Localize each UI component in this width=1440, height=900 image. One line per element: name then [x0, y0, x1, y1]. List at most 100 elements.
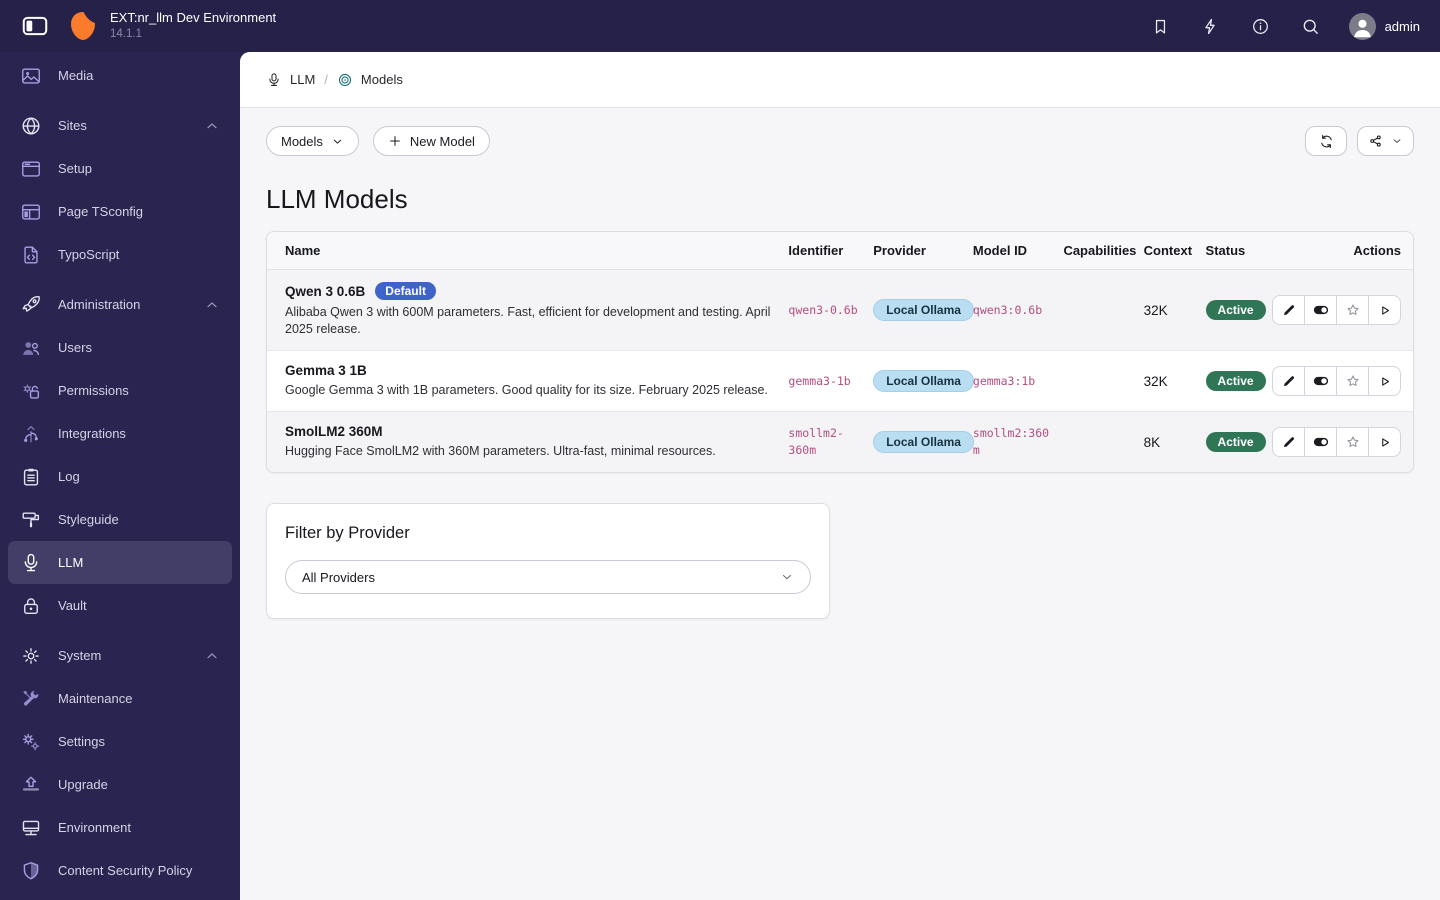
default-badge: Default [375, 282, 436, 300]
breadcrumb-module[interactable]: LLM [266, 72, 315, 88]
sidebar-item-label: Vault [58, 598, 87, 613]
edit-button[interactable] [1272, 366, 1305, 396]
bookmark-icon[interactable] [1149, 14, 1173, 38]
share-icon [1370, 135, 1381, 147]
app-version: 14.1.1 [110, 27, 142, 40]
provider-filter-select[interactable]: All Providers [285, 560, 811, 594]
sidebar-item-log[interactable]: Log [8, 455, 232, 498]
filter-title: Filter by Provider [285, 524, 410, 542]
plus-icon [390, 136, 400, 146]
status-cell: Active [1205, 432, 1271, 452]
test-model-button[interactable] [1368, 366, 1401, 396]
sidebar-item-users[interactable]: Users [8, 326, 232, 369]
breadcrumb-page-label: Models [360, 72, 403, 87]
sidebar-item-system[interactable]: System [8, 634, 232, 677]
monitor-icon [20, 817, 42, 839]
upgrade-icon [20, 774, 42, 796]
model-name: Gemma 3 1B [285, 363, 367, 378]
refresh-button[interactable] [1305, 126, 1347, 156]
topbar: EXT:nr_llm Dev Environment 14.1.1 admin [0, 0, 1440, 52]
model-description: Alibaba Qwen 3 with 600M parameters. Fas… [285, 305, 771, 336]
panel-toggle-icon [22, 16, 48, 36]
sidebar-item-administration[interactable]: Administration [8, 283, 232, 326]
column-header-identifier: Identifier [788, 243, 844, 258]
provider-badge: Local Ollama [873, 370, 974, 392]
info-icon[interactable] [1249, 14, 1273, 38]
sidebar-item-label: Media [58, 68, 94, 83]
edit-button[interactable] [1272, 427, 1305, 457]
sidebar-item-upgrade[interactable]: Upgrade [8, 763, 232, 806]
provider-cell: Local Ollama [873, 431, 974, 453]
new-model-button-label: New Model [409, 133, 475, 149]
breadcrumb: LLM / Models [240, 52, 1440, 108]
breadcrumb-separator: / [324, 72, 328, 87]
status-cell: Active [1205, 300, 1271, 320]
test-model-button[interactable] [1368, 295, 1401, 325]
tools-icon [20, 688, 42, 710]
search-icon[interactable] [1299, 14, 1323, 38]
sidebar-item-label: Administration [58, 297, 141, 312]
sidebar-toggle-button[interactable] [20, 11, 50, 41]
column-header-name: Name [285, 243, 321, 258]
sidebar-item-label: Maintenance [58, 691, 133, 706]
chevron-up-icon [204, 118, 220, 134]
sidebar-item-label: Sites [58, 118, 87, 133]
user-menu[interactable]: admin [1348, 12, 1420, 40]
breadcrumb-module-label: LLM [290, 72, 316, 87]
sidebar-item-settings[interactable]: Settings [8, 720, 232, 763]
toggle-active-button[interactable] [1304, 295, 1337, 325]
app-title: EXT:nr_llm Dev Environment [110, 9, 277, 25]
sidebar-item-label: Permissions [58, 383, 129, 398]
model-id: gemma3:1b [972, 373, 1036, 388]
toggle-on-icon [1313, 305, 1328, 315]
sidebar-item-environment[interactable]: Environment [8, 806, 232, 849]
sidebar-item-permissions[interactable]: Permissions [8, 369, 232, 412]
star-icon [1347, 375, 1358, 386]
sidebar-item-page-tsconfig[interactable]: Page TSconfig [8, 190, 232, 233]
new-model-button[interactable]: New Model [372, 126, 490, 156]
chevron-down-icon [782, 575, 792, 580]
sidebar-item-typoscript[interactable]: TypoScript [8, 233, 232, 276]
gear-lock-icon [20, 380, 42, 402]
set-default-button[interactable] [1336, 366, 1369, 396]
sidebar-item-integrations[interactable]: Integrations [8, 412, 232, 455]
bolt-icon[interactable] [1199, 14, 1223, 38]
star-icon [1347, 304, 1358, 315]
toggle-active-button[interactable] [1304, 366, 1337, 396]
models-table: Name Identifier Provider Model ID Capabi… [266, 231, 1414, 473]
model-id: smollm2:360m [972, 426, 1050, 457]
gear-icon [20, 645, 42, 667]
sidebar-item-vault[interactable]: Vault [8, 584, 232, 627]
paint-roller-icon [20, 509, 42, 531]
gears-icon [20, 731, 42, 753]
models-view-selector[interactable]: Models [266, 126, 359, 156]
sidebar-item-llm[interactable]: LLM [8, 541, 232, 584]
sidebar-item-styleguide[interactable]: Styleguide [8, 498, 232, 541]
play-icon [1382, 437, 1390, 447]
window-icon [20, 158, 42, 180]
model-description: Hugging Face SmolLM2 with 360M parameter… [285, 444, 716, 458]
branch-icon [20, 423, 42, 445]
sidebar-item-sites[interactable]: Sites [8, 104, 232, 147]
sidebar-item-setup[interactable]: Setup [8, 147, 232, 190]
users-icon [20, 337, 42, 359]
toggle-active-button[interactable] [1304, 427, 1337, 457]
toggle-on-icon [1313, 437, 1328, 447]
actions-cell [1271, 295, 1413, 325]
chevron-up-icon [204, 648, 220, 664]
sidebar-item-content-security-policy[interactable]: Content Security Policy [8, 849, 232, 892]
share-button[interactable] [1357, 126, 1414, 156]
provider-badge: Local Ollama [873, 299, 974, 321]
set-default-button[interactable] [1336, 427, 1369, 457]
sidebar-item-media[interactable]: Media [8, 54, 232, 97]
provider-filter-card: Filter by Provider All Providers [266, 503, 830, 619]
pencil-icon [1283, 305, 1294, 315]
sidebar-item-label: Users [58, 340, 92, 355]
sidebar-item-maintenance[interactable]: Maintenance [8, 677, 232, 720]
app-title-block: EXT:nr_llm Dev Environment 14.1.1 [110, 9, 277, 41]
set-default-button[interactable] [1336, 295, 1369, 325]
edit-button[interactable] [1272, 295, 1305, 325]
test-model-button[interactable] [1368, 427, 1401, 457]
topbar-actions: admin [1149, 12, 1420, 40]
breadcrumb-page[interactable]: Models [337, 72, 403, 88]
